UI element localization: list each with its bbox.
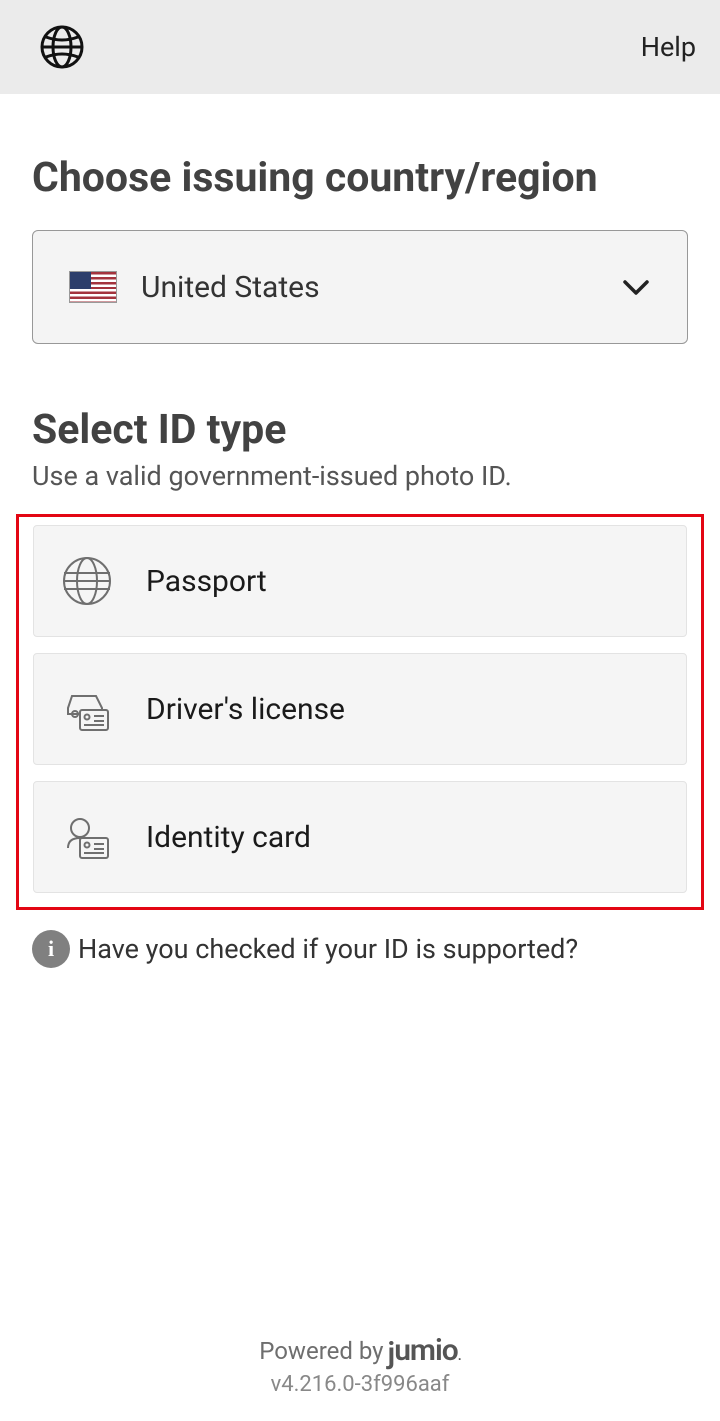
id-support-info[interactable]: i Have you checked if your ID is support… (32, 930, 688, 968)
main-content: Choose issuing country/region United Sta… (0, 94, 720, 1421)
country-heading: Choose issuing country/region (32, 154, 688, 202)
id-option-label: Driver's license (146, 692, 345, 727)
us-flag-icon (69, 271, 117, 303)
id-type-subtext: Use a valid government-issued photo ID. (32, 460, 688, 492)
help-link[interactable]: Help (641, 31, 696, 63)
info-icon: i (32, 930, 70, 968)
passport-icon (62, 556, 112, 606)
id-option-label: Identity card (146, 820, 311, 855)
id-option-passport[interactable]: Passport (33, 525, 687, 637)
powered-by: Powered by jumio. (32, 1333, 688, 1368)
version-label: v4.216.0-3f996aaf (32, 1372, 688, 1397)
drivers-license-icon (62, 684, 112, 734)
country-selected-label: United States (141, 270, 621, 305)
info-text: Have you checked if your ID is supported… (78, 933, 578, 965)
id-type-list: Passport Driver's license (16, 514, 704, 910)
id-type-heading: Select ID type (32, 406, 688, 454)
header: Help (0, 0, 720, 94)
globe-icon[interactable] (40, 25, 84, 69)
id-option-identity-card[interactable]: Identity card (33, 781, 687, 893)
footer: Powered by jumio. v4.216.0-3f996aaf (32, 1333, 688, 1421)
jumio-logo: jumio. (388, 1333, 461, 1368)
identity-card-icon (62, 812, 112, 862)
id-option-label: Passport (146, 564, 267, 599)
chevron-down-icon (621, 272, 651, 302)
powered-by-label: Powered by (259, 1337, 383, 1365)
country-selector[interactable]: United States (32, 230, 688, 344)
id-option-drivers-license[interactable]: Driver's license (33, 653, 687, 765)
